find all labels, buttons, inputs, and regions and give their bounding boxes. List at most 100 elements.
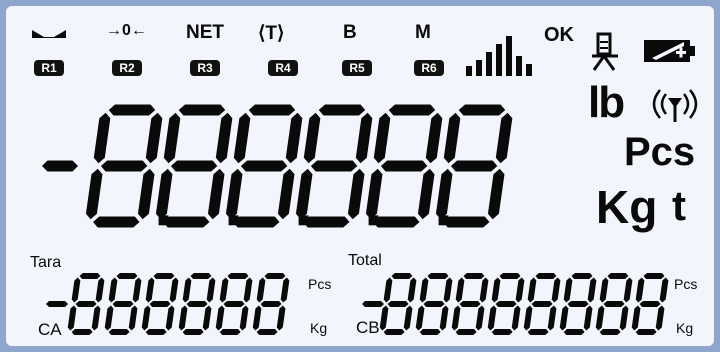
wireless-icon [646,88,704,124]
segment-d [443,216,490,228]
stable-marker-icon [32,28,66,38]
segment-a [116,273,138,279]
segment-c [207,168,225,220]
segment-b [551,277,561,303]
segment-f [491,277,501,303]
segment-a [391,273,413,279]
segment-f [71,277,81,303]
segment-f [219,277,229,303]
segment-g [531,301,553,307]
segment-b [425,112,443,164]
segment-e [155,168,173,220]
segment-b [479,277,489,303]
segment-g [100,160,148,172]
segment-e [559,305,569,331]
segment-e [215,305,225,331]
segment-c [165,305,175,331]
unit-t: t [672,182,686,229]
signal-bars-icon [466,30,538,78]
tare-display-digit-4 [178,273,216,335]
segment-b [280,277,290,303]
segment-b [407,277,417,303]
unit-lb: lb [588,78,625,127]
segment-b [515,277,525,303]
segment-d [599,329,621,335]
segment-c [619,305,629,331]
badge-r4: R4 [268,60,298,76]
segment-b [355,112,373,164]
segment-f [233,112,251,164]
total-display-digit-6 [559,273,597,335]
segment-f [373,112,391,164]
badge-r5: R5 [342,60,372,76]
segment-e [365,168,383,220]
segment-c [511,305,521,331]
segment-g [260,301,282,307]
segment-a [607,273,629,279]
segment-g [240,160,288,172]
segment-g [149,301,171,307]
segment-a [643,273,665,279]
segment-e [104,305,114,331]
main-display-digit-2 [155,104,233,228]
battery-charging-icon [644,38,696,64]
segment-a [571,273,593,279]
tare-label: Tara [30,254,62,271]
segment-f [443,112,461,164]
segment-a [153,273,175,279]
segment-c [137,168,155,220]
segment-e [595,305,605,331]
segment-c [487,168,505,220]
segment-d [527,329,549,335]
segment-c [239,305,249,331]
segment-f [527,277,537,303]
total-display-digit-2 [415,273,453,335]
segment-a [463,273,485,279]
main-display-minus [42,160,78,172]
segment-e [252,305,262,331]
segment-b [587,277,597,303]
ok-indicator: OK [544,24,574,46]
segment-d [163,216,210,228]
badge-r1: R1 [34,60,64,76]
gross-indicator: B [343,22,357,43]
segment-g [639,301,661,307]
segment-d [383,329,405,335]
segment-b [659,277,669,303]
total-display-digit-5 [523,273,561,335]
segment-a [248,104,296,116]
segment-e [451,305,461,331]
total-display-digit-1 [379,273,417,335]
segment-a [318,104,366,116]
segment-f [145,277,155,303]
segment-a [227,273,249,279]
tare-unit-kg: Kg [310,320,328,336]
segment-b [215,112,233,164]
scale-icon [590,32,620,74]
segment-f [419,277,429,303]
main-display-digit-3 [225,104,303,228]
segment-e [178,305,188,331]
badge-r2: R2 [112,60,142,76]
segment-f [455,277,465,303]
main-display-digit-6 [435,104,513,228]
segment-d [491,329,513,335]
main-display-digit-5 [365,104,443,228]
total-display-digit-8 [631,273,669,335]
segment-c [91,305,101,331]
segment-f [563,277,573,303]
segment-e [487,305,497,331]
segment-d [93,216,140,228]
segment-g [603,301,625,307]
segment-b [95,277,105,303]
segment-c [547,305,557,331]
tare-display [46,273,290,335]
segment-d [145,329,167,335]
segment-g [170,160,218,172]
segment-b [145,112,163,164]
segment-d [108,329,130,335]
segment-b [623,277,633,303]
segment-f [303,112,321,164]
total-prefix-label: CB [356,318,380,337]
segment-c [417,168,435,220]
